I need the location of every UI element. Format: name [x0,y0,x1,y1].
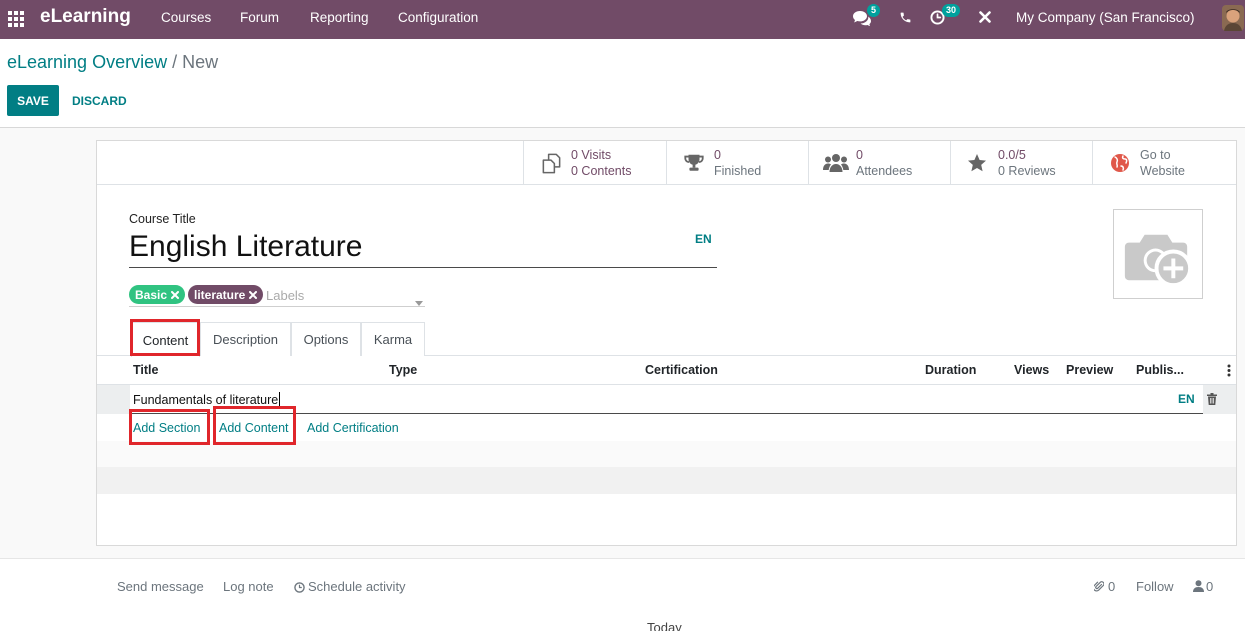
column-views[interactable]: Views [1014,363,1049,377]
menu-reporting[interactable]: Reporting [310,10,369,25]
form-sheet: 0 Visits 0 Contents 0 Finished 0 Attende… [96,140,1237,546]
stat-text: Go to Website [1140,147,1185,179]
activities-badge: 30 [942,4,961,17]
stat-text: 0.0/5 0 Reviews [998,147,1056,179]
main-navbar: eLearning Courses Forum Reporting Config… [0,0,1245,39]
stat-text: 0 Attendees [856,147,912,179]
breadcrumb: eLearning Overview / New [7,52,218,73]
stat-finished-value: 0 [714,148,721,162]
app-name[interactable]: eLearning [40,6,131,28]
column-title[interactable]: Title [133,363,158,377]
empty-row [97,467,1236,494]
stat-website-line2: Website [1140,164,1185,178]
text-cursor [279,392,281,407]
close-icon[interactable] [979,11,991,23]
column-duration[interactable]: Duration [925,363,976,377]
star-icon [967,153,987,173]
row-title-text: Fundamentals of literature [133,392,281,407]
stat-contents-value: 0 Contents [571,164,632,178]
send-message-button[interactable]: Send message [117,579,204,594]
messages-badge: 5 [867,4,881,17]
button-box: 0 Visits 0 Contents 0 Finished 0 Attende… [97,141,1236,185]
trophy-icon [683,152,706,175]
menu-forum[interactable]: Forum [240,10,279,25]
stat-button-website[interactable]: Go to Website [1092,141,1236,184]
date-separator: Today [647,621,682,631]
users-icon [823,153,849,172]
course-title-input[interactable]: English Literature [129,228,717,268]
stat-rating-value: 0.0/5 [998,148,1026,162]
user-icon[interactable] [1193,580,1204,592]
tab-options[interactable]: Options [291,322,361,356]
chevron-down-icon[interactable] [415,294,423,306]
column-certification[interactable]: Certification [645,363,718,377]
followers-count[interactable]: 0 [1206,579,1213,594]
stat-finished-label: Finished [714,164,762,178]
highlight-box [130,319,200,356]
paperclip-icon[interactable] [1092,580,1105,593]
stat-website-line1: Go to [1140,148,1171,162]
clock-icon [294,581,305,593]
stat-reviews-label: 0 Reviews [998,164,1056,178]
column-type[interactable]: Type [389,363,417,377]
stat-visits-value: 0 Visits [571,148,612,162]
course-title-label: Course Title [129,212,196,226]
stat-attendees-label: Attendees [856,164,913,178]
course-image-field[interactable] [1113,209,1203,299]
highlight-box [213,406,296,445]
menu-configuration[interactable]: Configuration [398,10,478,25]
menu-courses[interactable]: Courses [161,10,211,25]
column-preview[interactable]: Preview [1066,363,1113,377]
tag-literature: literature [188,285,264,304]
chatter-divider [0,558,1245,559]
tab-karma[interactable]: Karma [361,322,425,356]
copy-icon [540,152,563,175]
tab-description[interactable]: Description [200,322,291,356]
add-certification-link[interactable]: Add Certification [307,421,399,435]
tags-input[interactable]: Labels [266,288,304,303]
phone-icon[interactable] [899,11,912,24]
table-header: Title Type Certification Duration Views … [97,356,1236,385]
stat-button-rating[interactable]: 0.0/5 0 Reviews [950,141,1092,184]
tag-remove-icon[interactable] [171,288,180,302]
tag-basic: Basic [129,285,186,304]
schedule-activity-button[interactable]: Schedule activity [308,579,406,594]
grid-icon[interactable] [8,11,24,27]
tag-label: Basic [135,287,168,302]
discard-button[interactable]: DISCARD [66,85,133,116]
stat-attendees-value: 0 [856,148,863,162]
kebab-menu-icon[interactable] [1227,364,1231,377]
follow-button[interactable]: Follow [1136,579,1174,594]
stat-button-attendees[interactable]: 0 Attendees [808,141,950,184]
breadcrumb-separator: / [172,52,178,72]
highlight-box [129,409,210,445]
save-button[interactable]: SAVE [7,85,59,116]
log-note-button[interactable]: Log note [223,579,274,594]
row-language-button[interactable]: EN [1178,392,1195,406]
title-language-button[interactable]: EN [695,232,712,246]
stat-text: 0 Visits 0 Contents [571,147,631,179]
row-title-value: Fundamentals of literature [133,392,279,407]
stat-button-visits[interactable]: 0 Visits 0 Contents [523,141,666,184]
trash-icon[interactable] [1207,393,1217,405]
user-avatar[interactable] [1222,5,1244,31]
stat-text: 0 Finished [714,147,761,179]
column-published[interactable]: Publis... [1136,363,1184,377]
tags-underline [129,306,425,307]
camera-plus-icon [1114,210,1202,298]
globe-icon [1110,153,1130,173]
tag-label: literature [194,287,246,302]
attachments-count[interactable]: 0 [1108,579,1115,594]
company-switcher[interactable]: My Company (San Francisco) [1016,10,1195,25]
stat-button-finished[interactable]: 0 Finished [666,141,808,184]
breadcrumb-current: New [182,52,219,72]
tag-remove-icon[interactable] [249,288,258,302]
breadcrumb-parent[interactable]: eLearning Overview [7,52,167,72]
